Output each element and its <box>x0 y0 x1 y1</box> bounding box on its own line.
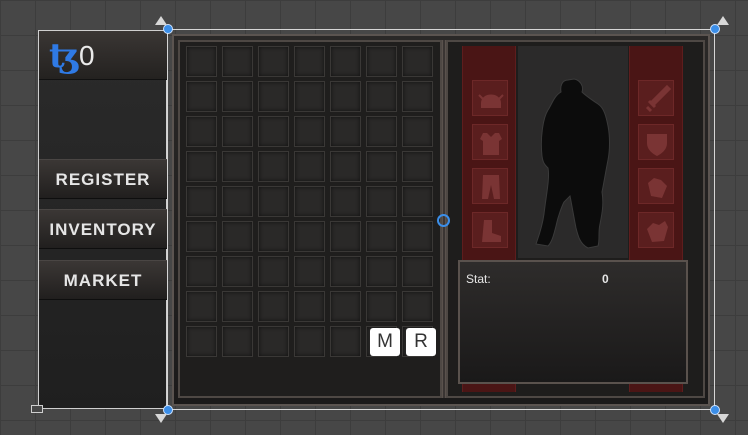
anchor-bottom-right[interactable] <box>717 414 729 423</box>
handle-top-right[interactable] <box>710 24 720 34</box>
currency-count: 0 <box>79 40 95 71</box>
left-menu-panel: ꜩ 0 REGISTER INVENTORY MARKET <box>38 30 167 409</box>
anchor-top-left[interactable] <box>155 16 167 25</box>
tezos-coin-icon: ꜩ <box>49 36 80 76</box>
register-button[interactable]: REGISTER <box>39 159 167 199</box>
anchor-bottom-left[interactable] <box>155 414 167 423</box>
pivot-handle[interactable] <box>437 214 450 227</box>
handle-top-left[interactable] <box>163 24 173 34</box>
market-button[interactable]: MARKET <box>39 260 167 300</box>
anchor-top-right[interactable] <box>717 16 729 25</box>
anchor-marker <box>31 405 43 413</box>
inventory-button[interactable]: INVENTORY <box>39 209 167 249</box>
currency-display: ꜩ 0 <box>39 31 167 80</box>
